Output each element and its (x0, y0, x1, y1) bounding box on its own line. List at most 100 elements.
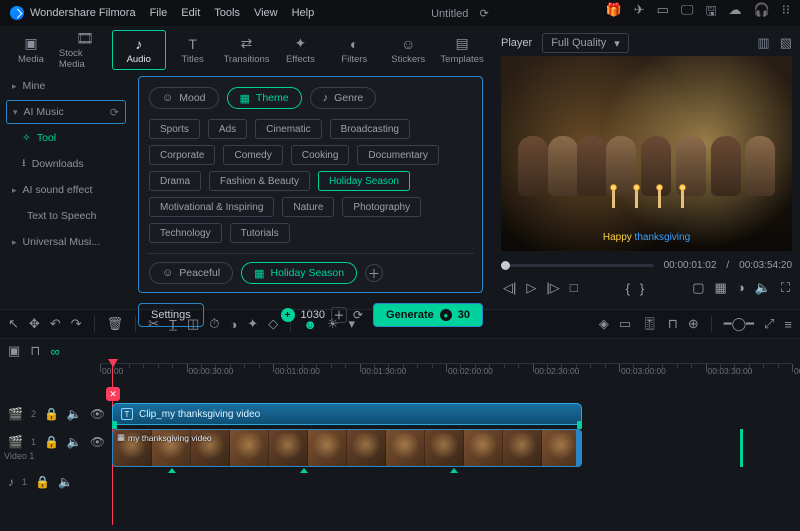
sidebar-item-mine[interactable]: ▸Mine (6, 74, 126, 98)
sidebar-item-tts[interactable]: Text to Speech (6, 204, 126, 228)
tab-transitions[interactable]: ⇄Transitions (220, 30, 274, 70)
tag-ads[interactable]: Ads (208, 119, 247, 139)
tag-sports[interactable]: Sports (149, 119, 200, 139)
marker-icon[interactable]: ◈ (599, 316, 609, 332)
menu-edit[interactable]: Edit (181, 7, 200, 19)
phone-icon[interactable]: ▭ (657, 2, 669, 24)
tab-filters[interactable]: ◐Filters (327, 30, 381, 70)
track-options-icon[interactable]: ▣ (8, 343, 20, 359)
add-credits-button[interactable]: ＋ (331, 307, 347, 323)
tag-nature[interactable]: Nature (282, 197, 334, 217)
sidebar-item-universal-music[interactable]: ▸Universal Musi... (6, 230, 126, 254)
fullscreen-icon[interactable]: ⛶ (781, 280, 790, 296)
audio-track-icon[interactable]: ♪ (8, 475, 14, 489)
tag-cinematic[interactable]: Cinematic (255, 119, 321, 139)
filter-mood[interactable]: ☺Mood (149, 87, 219, 109)
snap-icon[interactable]: ⊓ (668, 316, 678, 332)
settings-button[interactable]: Settings (138, 303, 204, 327)
track-video-lane[interactable]: ▦my thanksgiving video (100, 429, 792, 467)
sidebar-item-ai-sound-effect[interactable]: ▸AI sound effect (6, 178, 126, 202)
tag-comedy[interactable]: Comedy (223, 145, 282, 165)
tag-tutorials[interactable]: Tutorials (230, 223, 290, 243)
tag-drama[interactable]: Drama (149, 171, 201, 191)
tag-documentary[interactable]: Documentary (357, 145, 438, 165)
tab-effects[interactable]: ✦Effects (273, 30, 327, 70)
menu-file[interactable]: File (150, 7, 168, 19)
play-icon[interactable]: ▷ (526, 280, 536, 296)
delete-icon[interactable]: 🗑 (107, 316, 124, 332)
redo-icon[interactable]: ↷ (71, 316, 82, 332)
mute-icon[interactable]: 🔈 (67, 407, 82, 421)
compare-view-icon[interactable]: ▥ (757, 35, 769, 51)
sidebar-item-ai-music[interactable]: ▾AI Music⟳ (6, 100, 126, 124)
more-icon[interactable]: ⁝⁝ (782, 2, 790, 24)
pointer-tool-icon[interactable]: ↖ (8, 316, 19, 332)
progress-handle[interactable] (501, 261, 510, 270)
cloud-sync-icon[interactable]: ⟳ (479, 8, 488, 20)
track-display-icon[interactable]: ▭ (619, 316, 631, 332)
sequence-end-marker[interactable] (740, 429, 743, 467)
quality-dropdown[interactable]: Full Quality▾ (542, 33, 629, 53)
mute-icon[interactable]: 🔈 (67, 435, 82, 449)
zoom-slider-icon[interactable]: ━◯━ (724, 316, 754, 332)
grid-icon[interactable]: ▦ (715, 280, 727, 296)
filter-genre[interactable]: ♪Genre (310, 87, 377, 109)
selected-holiday-season[interactable]: ▦Holiday Season (241, 262, 357, 284)
snapshot-icon[interactable]: ▧ (780, 35, 792, 51)
zoom-fit-icon[interactable]: ⤢ (764, 316, 774, 332)
progress-bar[interactable] (501, 264, 654, 267)
menu-help[interactable]: Help (292, 7, 315, 19)
menu-tools[interactable]: Tools (214, 7, 240, 19)
tab-titles[interactable]: TTitles (166, 30, 220, 70)
title-track-icon[interactable]: 🎬 (8, 407, 23, 421)
preview-viewport[interactable]: Happy thanksgiving (501, 56, 792, 251)
gift-icon[interactable]: 🎁 (606, 2, 622, 24)
magnet-icon[interactable]: ⊓ (30, 343, 40, 359)
tag-photography[interactable]: Photography (342, 197, 421, 217)
mark-out-icon[interactable]: } (640, 281, 644, 296)
link-toggle-icon[interactable]: ∞ (50, 344, 59, 359)
mute-icon[interactable]: 🔈 (58, 475, 73, 489)
send-icon[interactable]: ✈ (634, 2, 645, 24)
tag-technology[interactable]: Technology (149, 223, 222, 243)
refresh-icon[interactable]: ⟳ (110, 106, 119, 119)
lock-icon[interactable]: 🔒 (44, 407, 59, 421)
stop-icon[interactable]: □ (570, 280, 578, 296)
title-clip[interactable]: T Clip_my thanksgiving video (112, 403, 582, 425)
sidebar-item-tool[interactable]: ✧Tool (6, 126, 126, 150)
time-ruler[interactable]: 00:0000:00:30:0000:01:00:0000:01:30:0000… (100, 363, 792, 379)
tag-holiday-season[interactable]: Holiday Season (318, 171, 410, 191)
tag-cooking[interactable]: Cooking (291, 145, 350, 165)
headphones-icon[interactable]: 🎧 (754, 2, 770, 24)
tab-media[interactable]: ▣Media (4, 30, 58, 70)
player-progress[interactable]: 00:00:01:02 / 00:03:54:20 (501, 255, 792, 275)
tag-corporate[interactable]: Corporate (149, 145, 215, 165)
next-frame-icon[interactable]: |▷ (546, 280, 559, 296)
mark-in-icon[interactable]: { (626, 281, 630, 296)
lock-icon[interactable]: 🔒 (35, 475, 50, 489)
tag-motivational[interactable]: Motivational & Inspiring (149, 197, 274, 217)
link-icon[interactable]: ⊕ (688, 316, 699, 332)
tab-stock-media[interactable]: 🎞Stock Media (58, 30, 112, 70)
lock-icon[interactable]: 🔒 (44, 435, 59, 449)
quality-icon[interactable]: ◑ (737, 280, 745, 296)
hand-tool-icon[interactable]: ✥ (29, 316, 40, 332)
tab-audio[interactable]: ♪Audio (112, 30, 166, 70)
selected-peaceful[interactable]: ☺Peaceful (149, 262, 233, 284)
prev-frame-icon[interactable]: ◁| (503, 280, 516, 296)
track-title-lane[interactable]: T Clip_my thanksgiving video (100, 403, 792, 425)
video-clip[interactable]: ▦my thanksgiving video (112, 429, 582, 467)
save-icon[interactable]: 🖫 (705, 2, 716, 24)
generate-button[interactable]: Generate ● 30 (373, 303, 483, 327)
cloud-icon[interactable]: ☁ (729, 2, 742, 24)
clip-trim-right[interactable] (576, 430, 581, 466)
ratio-icon[interactable]: ▢ (692, 280, 704, 296)
skip-marker[interactable]: ✕ (106, 387, 120, 401)
tab-stickers[interactable]: ☺Stickers (381, 30, 435, 70)
refresh-credits-icon[interactable]: ⟳ (353, 308, 363, 322)
mixer-icon[interactable]: 🎚 (641, 316, 658, 332)
track-audio-lane[interactable] (100, 471, 792, 493)
add-selection-button[interactable]: ＋ (365, 264, 383, 282)
monitor-icon[interactable]: 🖵 (681, 2, 694, 24)
sidebar-item-downloads[interactable]: ⭳Downloads (6, 152, 126, 176)
